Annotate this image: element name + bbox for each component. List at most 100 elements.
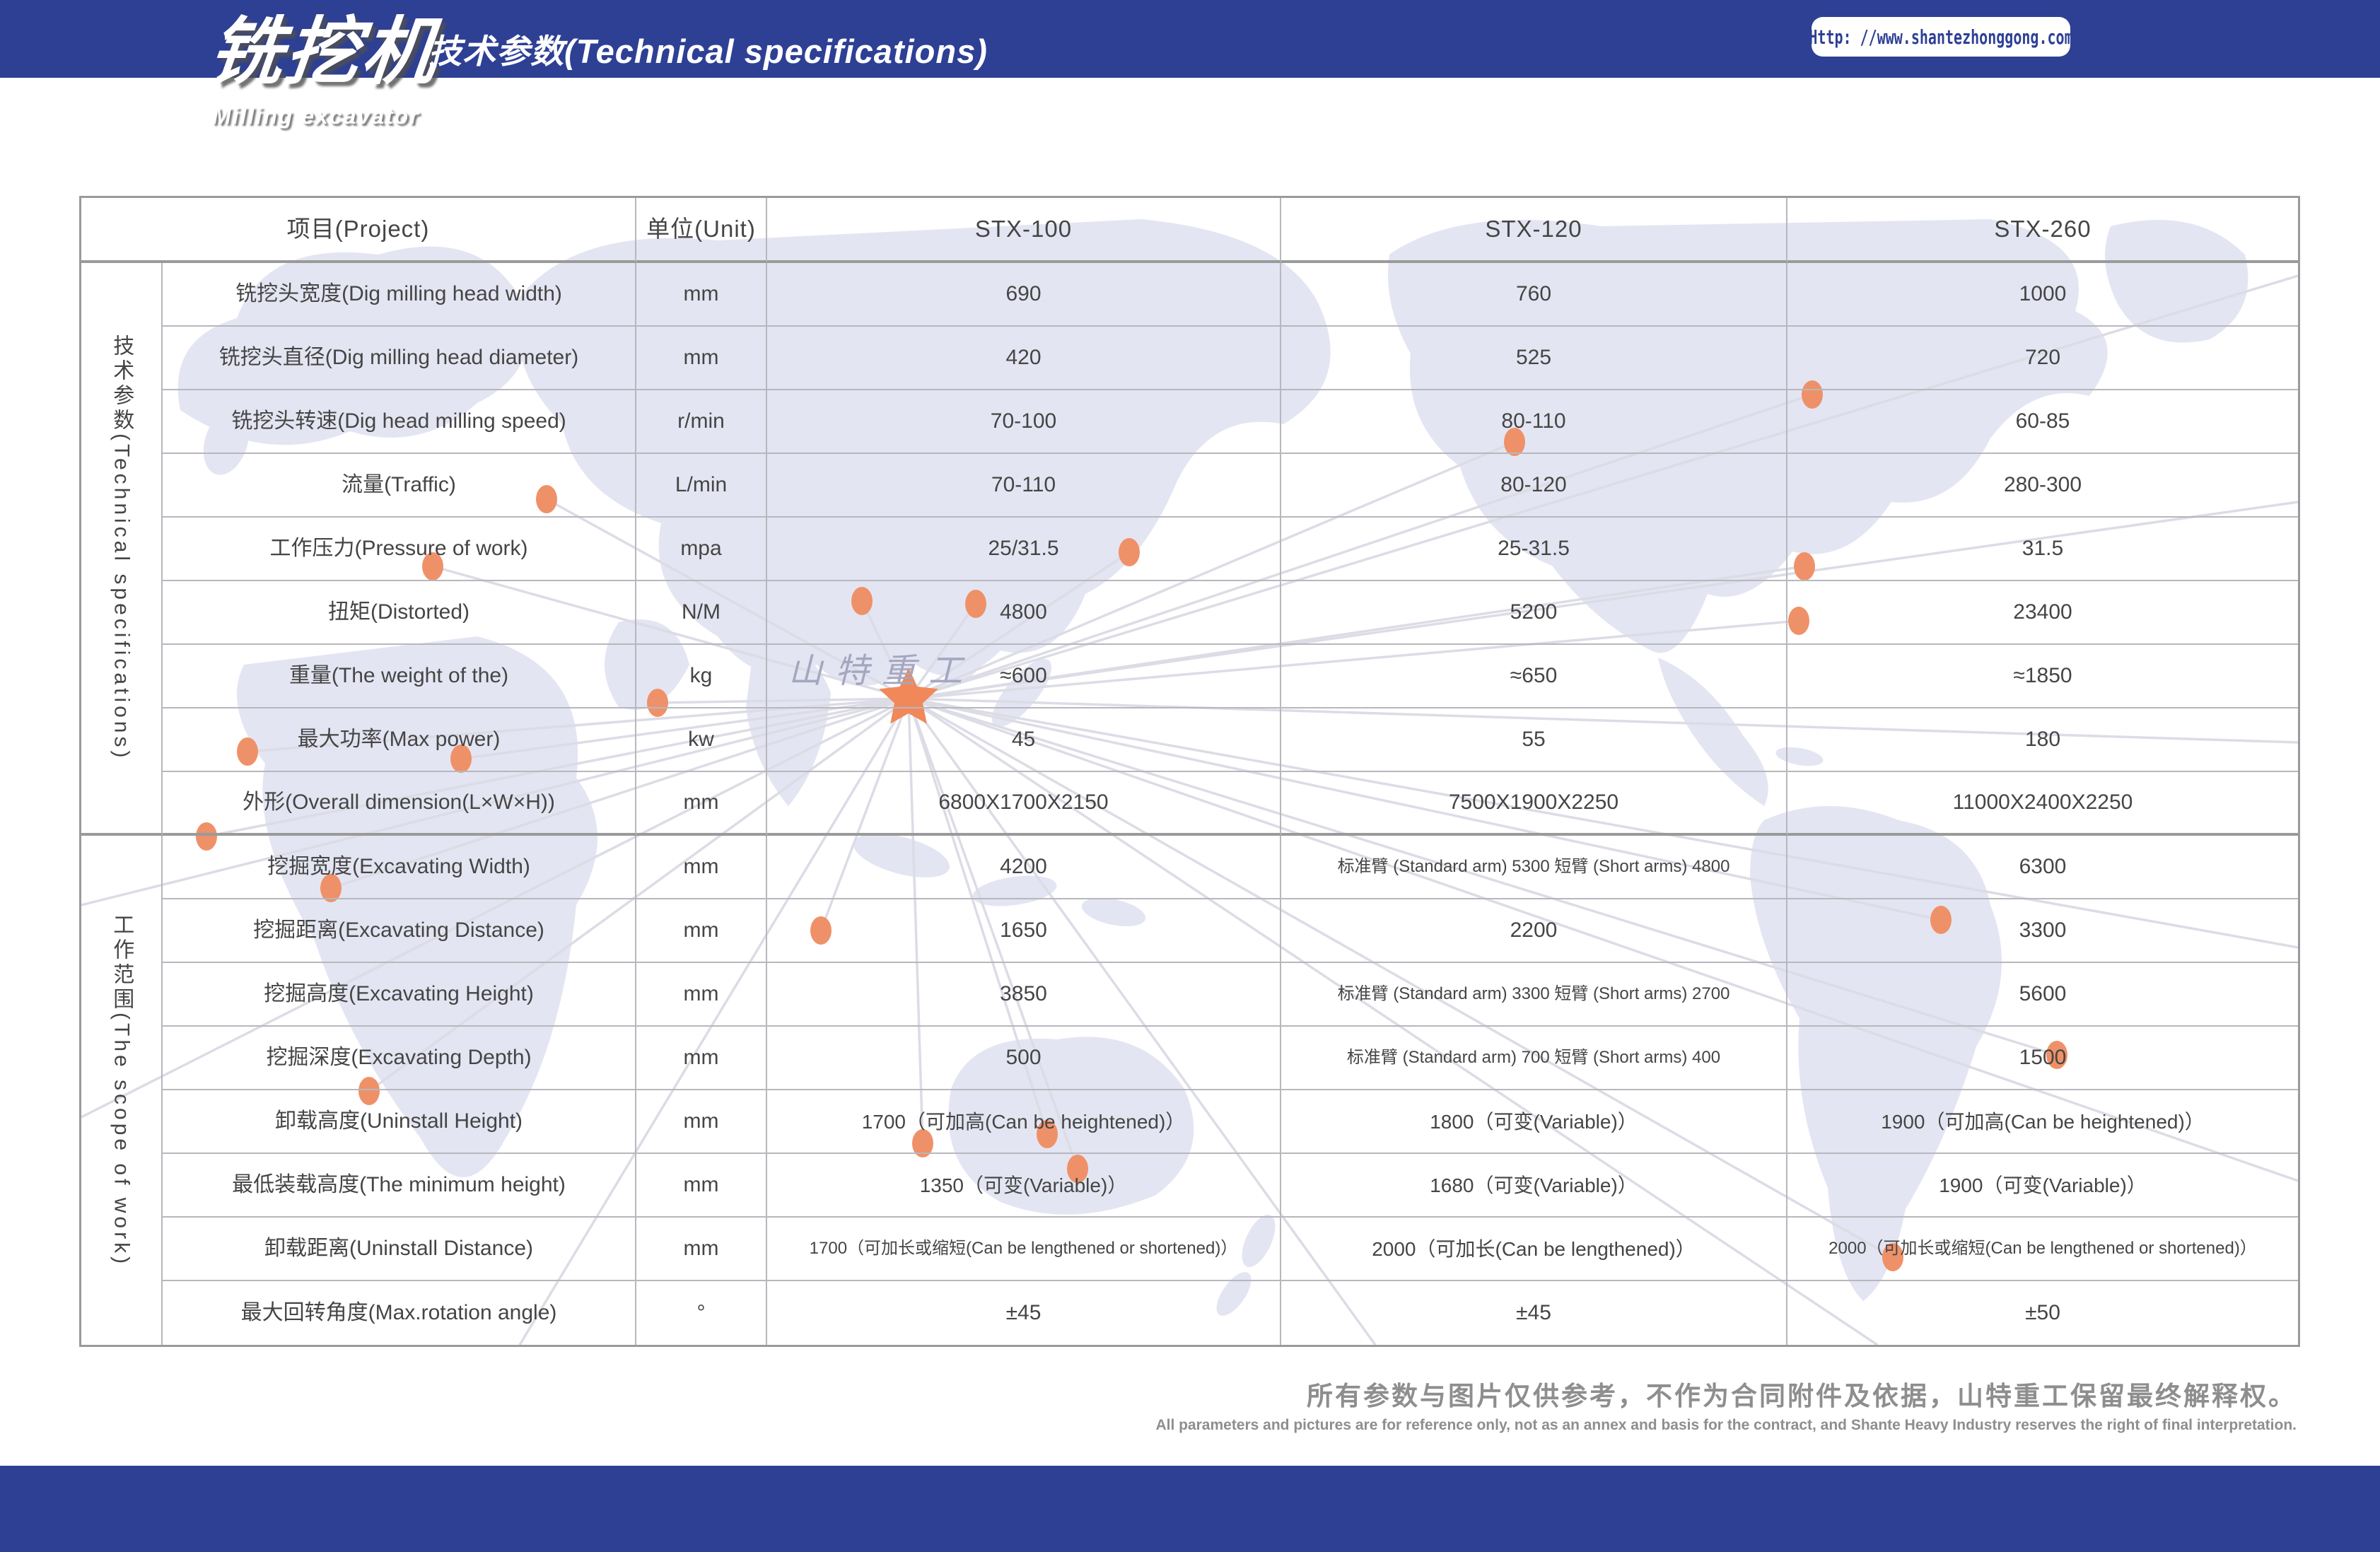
row-unit: N/M <box>636 581 767 645</box>
row-item-label: 工作压力(Pressure of work) <box>163 518 636 581</box>
cell-stx100: 1700（可加长或缩短(Can be lengthened or shorten… <box>767 1218 1281 1281</box>
col-header-stx260: STX-260 <box>1787 198 2298 263</box>
row-unit: mm <box>636 1090 767 1154</box>
cell-stx120: 2200 <box>1281 899 1787 963</box>
website-url-text: Http: //www.shantezhonggong.com <box>1809 25 2072 49</box>
cell-stx260: 720 <box>1787 327 2298 390</box>
cell-stx120: 80-120 <box>1281 454 1787 518</box>
page: 铣挖机 Milling excavator 技术参数(Technical spe… <box>0 0 2380 1552</box>
row-item-label: 铣挖头转速(Dig head milling speed) <box>163 390 636 454</box>
col-header-stx100: STX-100 <box>767 198 1281 263</box>
cell-stx100: ±45 <box>767 1281 1281 1345</box>
page-title: 技术参数(Technical specifications) <box>428 24 988 73</box>
cell-stx260: 1900（可加高(Can be heightened)） <box>1787 1090 2298 1154</box>
cell-stx120: 760 <box>1281 263 1787 327</box>
row-unit: L/min <box>636 454 767 518</box>
row-unit: mm <box>636 1027 767 1090</box>
website-url-badge[interactable]: Http: //www.shantezhonggong.com <box>1812 17 2070 57</box>
cell-stx100: 1350（可变(Variable)） <box>767 1154 1281 1218</box>
cell-stx120: 标准臂 (Standard arm) 5300 短臂 (Short arms) … <box>1281 836 1787 899</box>
cell-stx120: 2000（可加长(Can be lengthened)） <box>1281 1218 1787 1281</box>
row-unit: ° <box>636 1281 767 1345</box>
row-item-label: 扭矩(Distorted) <box>163 581 636 645</box>
cell-stx100: 420 <box>767 327 1281 390</box>
cell-stx260: 280-300 <box>1787 454 2298 518</box>
row-unit: mm <box>636 327 767 390</box>
row-unit: mm <box>636 772 767 836</box>
brand-logo-cn: 铣挖机 <box>206 16 443 89</box>
row-item-label: 挖掘深度(Excavating Depth) <box>163 1027 636 1090</box>
cell-stx120: ≈650 <box>1281 645 1787 708</box>
cell-stx120: 标准臂 (Standard arm) 700 短臂 (Short arms) 4… <box>1281 1027 1787 1090</box>
disclaimer: 所有参数与图片仅供参考，不作为合同附件及依据，山特重工保留最终解释权。 All … <box>1155 1375 2297 1434</box>
cell-stx260: 5600 <box>1787 963 2298 1027</box>
col-header-unit: 单位(Unit) <box>636 198 767 263</box>
disclaimer-cn: 所有参数与图片仅供参考，不作为合同附件及依据，山特重工保留最终解释权。 <box>1155 1375 2297 1413</box>
cell-stx120: 25-31.5 <box>1281 518 1787 581</box>
spec-table: 项目(Project) 单位(Unit) STX-100 STX-120 STX… <box>79 196 2300 1347</box>
cell-stx100: 1650 <box>767 899 1281 963</box>
row-unit: kg <box>636 645 767 708</box>
row-unit: r/min <box>636 390 767 454</box>
row-item-label: 挖掘宽度(Excavating Width) <box>163 836 636 899</box>
row-unit: mm <box>636 263 767 327</box>
cell-stx260: 1500 <box>1787 1027 2298 1090</box>
row-item-label: 铣挖头宽度(Dig milling head width) <box>163 263 636 327</box>
row-item-label: 最大功率(Max power) <box>163 708 636 772</box>
cell-stx100: 3850 <box>767 963 1281 1027</box>
cell-stx100: 1700（可加高(Can be heightened)） <box>767 1090 1281 1154</box>
cell-stx260: ≈1850 <box>1787 645 2298 708</box>
cell-stx100: 25/31.5 <box>767 518 1281 581</box>
cell-stx260: ±50 <box>1787 1281 2298 1345</box>
cell-stx100: ≈600 <box>767 645 1281 708</box>
row-unit: kw <box>636 708 767 772</box>
cell-stx260: 31.5 <box>1787 518 2298 581</box>
row-unit: mm <box>636 836 767 899</box>
cell-stx120: 标准臂 (Standard arm) 3300 短臂 (Short arms) … <box>1281 963 1787 1027</box>
cell-stx120: 1680（可变(Variable)） <box>1281 1154 1787 1218</box>
row-unit: mm <box>636 963 767 1027</box>
row-item-label: 卸载距离(Uninstall Distance) <box>163 1218 636 1281</box>
cell-stx120: 55 <box>1281 708 1787 772</box>
cell-stx260: 180 <box>1787 708 2298 772</box>
row-item-label: 流量(Traffic) <box>163 454 636 518</box>
cell-stx100: 6800X1700X2150 <box>767 772 1281 836</box>
row-item-label: 挖掘高度(Excavating Height) <box>163 963 636 1027</box>
cell-stx100: 500 <box>767 1027 1281 1090</box>
cell-stx260: 6300 <box>1787 836 2298 899</box>
cell-stx100: 45 <box>767 708 1281 772</box>
row-item-label: 外形(Overall dimension(L×W×H)) <box>163 772 636 836</box>
group-label-scope-of-work: 工作范围(The scope of work) <box>81 836 163 1345</box>
cell-stx120: 1800（可变(Variable)） <box>1281 1090 1787 1154</box>
row-item-label: 最大回转角度(Max.rotation angle) <box>163 1281 636 1345</box>
row-unit: mm <box>636 899 767 963</box>
row-item-label: 最低装载高度(The minimum height) <box>163 1154 636 1218</box>
cell-stx260: 1000 <box>1787 263 2298 327</box>
cell-stx100: 70-110 <box>767 454 1281 518</box>
cell-stx100: 690 <box>767 263 1281 327</box>
cell-stx100: 4800 <box>767 581 1281 645</box>
cell-stx260: 1900（可变(Variable)） <box>1787 1154 2298 1218</box>
row-item-label: 铣挖头直径(Dig milling head diameter) <box>163 327 636 390</box>
cell-stx120: 7500X1900X2250 <box>1281 772 1787 836</box>
row-unit: mm <box>636 1218 767 1281</box>
col-header-stx120: STX-120 <box>1281 198 1787 263</box>
cell-stx120: 80-110 <box>1281 390 1787 454</box>
cell-stx260: 23400 <box>1787 581 2298 645</box>
col-header-project: 项目(Project) <box>81 198 636 263</box>
cell-stx260: 3300 <box>1787 899 2298 963</box>
brand-logo-en: Milling excavator <box>212 103 420 129</box>
row-unit: mm <box>636 1154 767 1218</box>
cell-stx120: ±45 <box>1281 1281 1787 1345</box>
cell-stx260: 60-85 <box>1787 390 2298 454</box>
cell-stx260: 2000（可加长或缩短(Can be lengthened or shorten… <box>1787 1218 2298 1281</box>
row-unit: mpa <box>636 518 767 581</box>
row-item-label: 卸载高度(Uninstall Height) <box>163 1090 636 1154</box>
cell-stx100: 70-100 <box>767 390 1281 454</box>
bottom-bar <box>0 1466 2380 1552</box>
row-item-label: 挖掘距离(Excavating Distance) <box>163 899 636 963</box>
cell-stx100: 4200 <box>767 836 1281 899</box>
cell-stx120: 5200 <box>1281 581 1787 645</box>
row-item-label: 重量(The weight of the) <box>163 645 636 708</box>
cell-stx120: 525 <box>1281 327 1787 390</box>
